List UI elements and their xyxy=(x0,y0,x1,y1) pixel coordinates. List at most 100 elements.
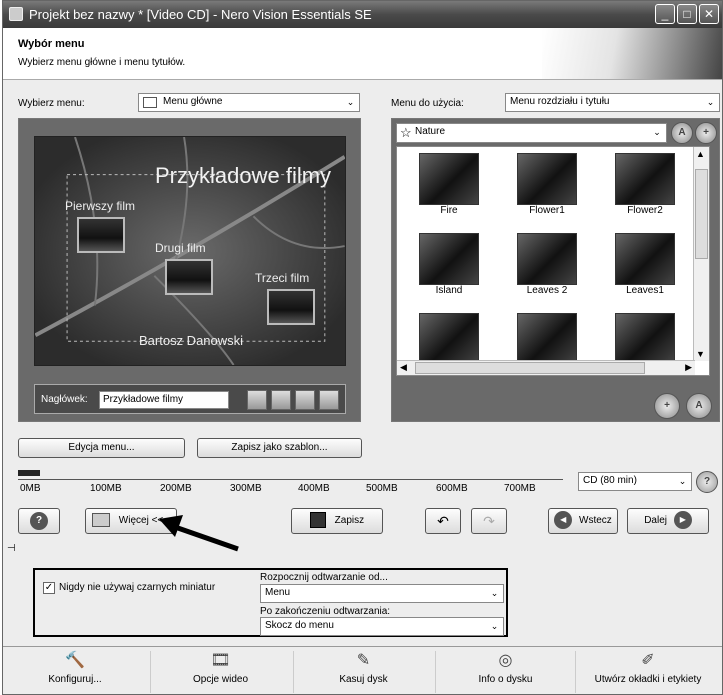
ruler-tick: 400MB xyxy=(298,483,330,494)
scroll-down-icon[interactable]: ▼ xyxy=(696,349,705,359)
after-playback-value: Skocz do menu xyxy=(265,620,334,631)
main-window: Projekt bez nazwy * [Video CD] - Nero Vi… xyxy=(2,0,723,695)
disk-help-button[interactable]: ? xyxy=(696,471,718,493)
bottom-toolbar: 🔨 Konfiguruj... 🎞 Opcje wideo ✎ Kasuj dy… xyxy=(3,646,722,694)
video-options-button[interactable]: 🎞 Opcje wideo xyxy=(150,651,290,693)
disc-info-label: Info o dysku xyxy=(478,674,533,685)
erase-disc-button[interactable]: ✎ Kasuj dysk xyxy=(293,651,433,693)
template-item[interactable]: Fire xyxy=(399,153,499,216)
save-button[interactable]: Zapisz xyxy=(291,508,383,534)
chevron-down-icon: ⌄ xyxy=(703,95,718,110)
close-button[interactable]: ✕ xyxy=(699,4,719,24)
template-item[interactable]: Flower1 xyxy=(497,153,597,216)
playback-options-panel: ✓ Nigdy nie używaj czarnych miniatur Roz… xyxy=(33,568,508,637)
preview-item-3-label: Trzeci film xyxy=(255,271,310,285)
disk-usage-ruler: 0MB 100MB 200MB 300MB 400MB 500MB 600MB … xyxy=(18,468,563,496)
preview-item-1-label: Pierwszy film xyxy=(65,199,136,213)
help-button[interactable]: ? xyxy=(18,508,60,534)
template-panel: ☆ Nature ⌄ A + Fire Flower1 Flower2 Isla… xyxy=(391,118,720,422)
arrow-annotation xyxy=(159,515,239,552)
menu-use-label: Menu do użycia: xyxy=(391,98,464,109)
save-template-button[interactable]: Zapisz jako szablon... xyxy=(197,438,362,458)
create-covers-button[interactable]: ✐ Utwórz okładki i etykiety xyxy=(575,651,720,693)
next-button-label: Dalej xyxy=(644,515,667,526)
minimize-button[interactable]: _ xyxy=(655,4,675,24)
template-item[interactable]: Island xyxy=(399,233,499,296)
disk-type-value: CD (80 min) xyxy=(583,475,637,486)
hscrollbar-thumb[interactable] xyxy=(415,362,645,374)
menu-preview: Przykładowe filmy Pierwszy film Drugi fi… xyxy=(34,136,346,366)
menu-select-label: Wybierz menu: xyxy=(18,98,85,109)
template-category-dropdown[interactable]: ☆ Nature ⌄ xyxy=(396,123,667,143)
ruler-tick: 700MB xyxy=(504,483,536,494)
app-icon xyxy=(9,7,23,21)
template-category-value: Nature xyxy=(415,126,446,137)
template-text-button[interactable]: A xyxy=(686,393,712,419)
style-button-4[interactable] xyxy=(319,390,339,410)
template-font-button[interactable]: A xyxy=(671,122,693,144)
redo-button[interactable]: ↷ xyxy=(471,508,507,534)
template-name: Flower1 xyxy=(529,205,565,216)
template-thumbnail xyxy=(615,233,675,285)
after-playback-dropdown[interactable]: Skocz do menu ⌄ xyxy=(260,617,504,636)
template-item[interactable]: Leaves 2 xyxy=(497,233,597,296)
start-playback-value: Menu xyxy=(265,587,291,598)
template-name: Leaves1 xyxy=(626,285,664,296)
template-item[interactable] xyxy=(595,313,695,365)
never-black-thumbnails-checkbox[interactable]: ✓ xyxy=(43,582,55,594)
erase-disc-icon: ✎ xyxy=(356,652,371,669)
scroll-right-icon[interactable]: ▶ xyxy=(685,362,692,373)
next-button[interactable]: Dalej ▶ xyxy=(627,508,709,534)
menu-select-dropdown[interactable]: Menu główne ⌄ xyxy=(138,93,360,112)
menu-use-dropdown[interactable]: Menu rozdziału i tytułu ⌄ xyxy=(505,93,720,112)
style-button-2[interactable] xyxy=(271,390,291,410)
style-button-3[interactable] xyxy=(295,390,315,410)
preview-item-1-thumbnail[interactable] xyxy=(77,217,125,253)
horizontal-scrollbar[interactable]: ◀ ▶ xyxy=(397,360,695,375)
next-arrow-icon: ▶ xyxy=(673,511,692,530)
save-button-label: Zapisz xyxy=(334,515,365,526)
create-covers-label: Utwórz okładki i etykiety xyxy=(594,674,702,685)
vertical-scrollbar[interactable]: ▲ ▼ xyxy=(693,147,709,361)
template-item[interactable]: Leaves1 xyxy=(595,233,695,296)
template-item[interactable] xyxy=(399,313,499,365)
maximize-button[interactable]: □ xyxy=(677,4,697,24)
template-item[interactable]: Flower2 xyxy=(595,153,695,216)
preview-item-2-thumbnail[interactable] xyxy=(165,259,213,295)
template-import-button[interactable]: + xyxy=(654,393,680,419)
edit-menu-button[interactable]: Edycja menu... xyxy=(18,438,185,458)
scroll-up-icon[interactable]: ▲ xyxy=(696,149,705,159)
preview-author: Bartosz Danowski xyxy=(139,333,244,348)
configure-button[interactable]: 🔨 Konfiguruj... xyxy=(5,651,145,693)
disk-type-dropdown[interactable]: CD (80 min) ⌄ xyxy=(578,472,692,491)
disc-info-button[interactable]: ◎ Info o dysku xyxy=(435,651,575,693)
preview-item-3-thumbnail[interactable] xyxy=(267,289,315,325)
chevron-down-icon: ⌄ xyxy=(653,127,661,137)
star-icon: ☆ xyxy=(400,125,412,140)
page-subtitle: Wybierz menu główne i menu tytułów. xyxy=(18,57,186,68)
back-button[interactable]: ◀ Wstecz xyxy=(548,508,618,534)
splitter-handle-icon[interactable]: ⊣ xyxy=(7,543,16,554)
start-playback-dropdown[interactable]: Menu ⌄ xyxy=(260,584,504,603)
chevron-down-icon: ⌄ xyxy=(675,474,690,489)
start-playback-label: Rozpocznij odtwarzanie od... xyxy=(260,572,388,583)
undo-button[interactable]: ↶ xyxy=(425,508,461,534)
scrollbar-thumb[interactable] xyxy=(695,169,708,259)
menu-preview-panel: Przykładowe filmy Pierwszy film Drugi fi… xyxy=(18,118,361,422)
template-thumbnail xyxy=(419,153,479,205)
template-thumbnail xyxy=(615,153,675,205)
video-options-label: Opcje wideo xyxy=(192,674,249,685)
style-button-1[interactable] xyxy=(247,390,267,410)
template-item[interactable] xyxy=(497,313,597,365)
header-decoration xyxy=(542,28,722,79)
ruler-tick: 500MB xyxy=(366,483,398,494)
menu-use-value: Menu rozdziału i tytułu xyxy=(510,96,610,107)
template-name: Leaves 2 xyxy=(526,285,568,296)
heading-input[interactable]: Przykładowe filmy xyxy=(99,391,229,409)
template-add-button[interactable]: + xyxy=(695,122,717,144)
help-icon: ? xyxy=(30,512,48,530)
scroll-left-icon[interactable]: ◀ xyxy=(400,362,407,373)
ruler-tick: 200MB xyxy=(160,483,192,494)
ruler-tick: 300MB xyxy=(230,483,262,494)
configure-label: Konfiguruj... xyxy=(48,674,102,685)
